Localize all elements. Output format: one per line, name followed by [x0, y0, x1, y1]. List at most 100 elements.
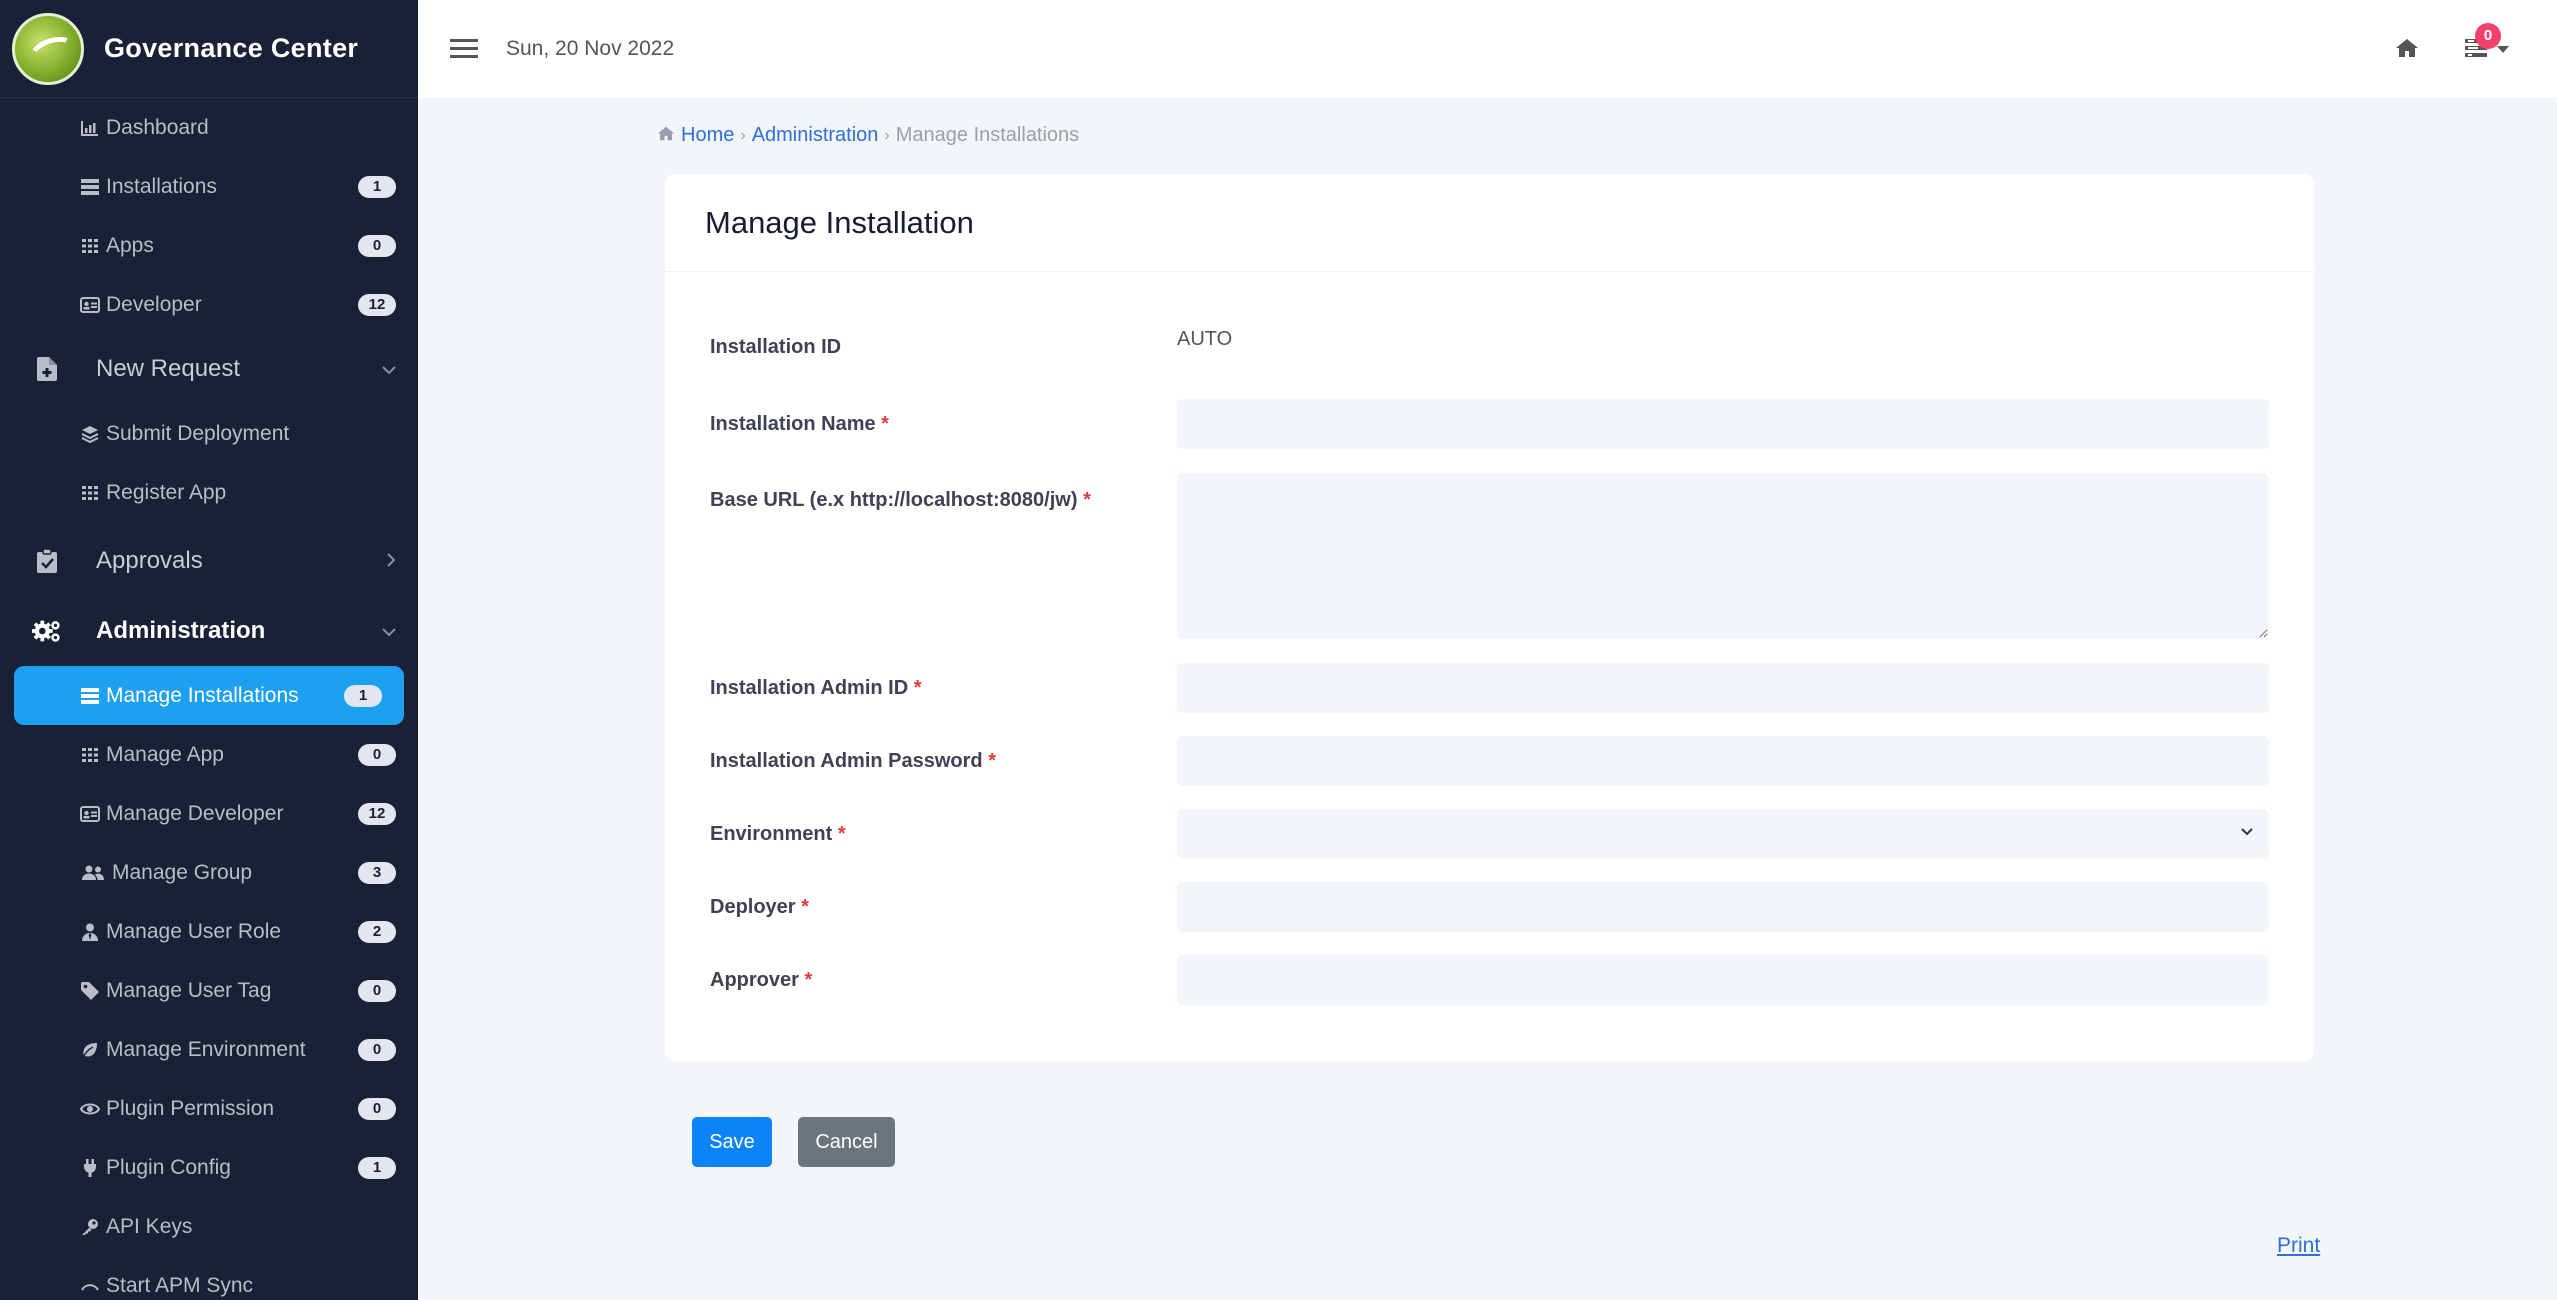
count-badge: 12 [358, 802, 396, 825]
sidebar-nav-administration: Manage Installations 1 Manage App 0 Mana… [0, 666, 418, 1300]
users-icon [80, 864, 106, 882]
admin-password-input[interactable] [1177, 736, 2269, 786]
clipboard-check-icon [32, 546, 62, 576]
manage-installation-card: Manage Installation Installation ID AUTO… [665, 174, 2314, 1061]
chevron-down-icon [382, 359, 396, 380]
chevron-right-icon [386, 551, 396, 572]
sidebar-item-apps[interactable]: Apps 0 [0, 216, 418, 275]
file-medical-icon [32, 354, 62, 384]
sidebar-item-label: Manage User Role [106, 919, 282, 943]
admin-id-label: Installation Admin ID * [710, 676, 922, 699]
sidebar-item-label: Manage Environment [106, 1037, 306, 1061]
deployer-row: Deployer * [710, 882, 2269, 932]
home-icon [657, 125, 675, 146]
sidebar-section-new-request[interactable]: New Request [0, 334, 418, 404]
sidebar-item-developer[interactable]: Developer 12 [0, 275, 418, 334]
chevron-right-icon: › [884, 126, 890, 144]
server-icon [80, 687, 100, 705]
sidebar-item-manage-user-tag[interactable]: Manage User Tag 0 [0, 961, 418, 1020]
page-title: Manage Installation [705, 204, 974, 240]
app-logo [12, 12, 84, 85]
chevron-down-icon [382, 621, 396, 642]
sidebar-item-label: Plugin Permission [106, 1096, 275, 1120]
eye-icon [80, 1100, 100, 1118]
notifications-dropdown[interactable]: 0 [2465, 22, 2509, 62]
app-title: Governance Center [104, 33, 359, 63]
sidebar-section-administration[interactable]: Administration [0, 596, 418, 666]
brand[interactable]: Governance Center [0, 0, 418, 98]
environment-select-wrap [1177, 809, 2269, 859]
breadcrumb-administration-link[interactable]: Administration [752, 124, 879, 147]
deployer-input[interactable] [1177, 882, 2269, 932]
sidebar-item-label: Manage Developer [106, 801, 284, 825]
sidebar-item-manage-group[interactable]: Manage Group 3 [0, 843, 418, 902]
top-bar: Sun, 20 Nov 2022 0 [418, 0, 2557, 98]
count-badge: 2 [358, 920, 396, 943]
environment-select[interactable] [1177, 809, 2269, 859]
environment-row: Environment * [710, 809, 2269, 859]
admin-password-row: Installation Admin Password * [710, 736, 2269, 786]
installation-name-row: Installation Name * [710, 399, 2269, 449]
plug-icon [80, 1158, 100, 1177]
print-link[interactable]: Print [2277, 1234, 2320, 1258]
leaf-icon [80, 1041, 100, 1059]
sidebar-item-manage-environment[interactable]: Manage Environment 0 [0, 1020, 418, 1079]
sidebar-item-label: Developer [106, 292, 202, 316]
server-icon [80, 178, 100, 196]
sidebar-item-plugin-permission[interactable]: Plugin Permission 0 [0, 1079, 418, 1138]
sidebar-item-dashboard[interactable]: Dashboard [0, 98, 418, 157]
sidebar: Governance Center Dashboard Installation… [0, 0, 418, 1300]
installation-id-value: AUTO [1177, 328, 1233, 350]
id-card-icon [80, 296, 100, 314]
sidebar-item-label: Submit Deployment [106, 421, 290, 445]
admin-password-label: Installation Admin Password * [710, 749, 996, 772]
approver-label: Approver * [710, 968, 813, 991]
base-url-label: Base URL (e.x http://localhost:8080/jw) … [710, 489, 1091, 511]
sidebar-item-label: Register App [106, 480, 227, 504]
save-button[interactable]: Save [692, 1117, 772, 1167]
sidebar-section-approvals[interactable]: Approvals [0, 526, 418, 596]
admin-id-row: Installation Admin ID * [710, 663, 2269, 713]
top-bar-actions: 0 [2395, 22, 2509, 62]
approver-input[interactable] [1177, 955, 2269, 1005]
sidebar-item-plugin-config[interactable]: Plugin Config 1 [0, 1138, 418, 1197]
sidebar-item-submit-deployment[interactable]: Submit Deployment [0, 404, 418, 463]
base-url-textarea[interactable] [1177, 473, 2269, 639]
count-badge: 1 [344, 684, 382, 707]
sidebar-item-installations[interactable]: Installations 1 [0, 157, 418, 216]
home-icon[interactable] [2395, 38, 2419, 60]
count-badge: 0 [358, 234, 396, 257]
menu-toggle-icon[interactable] [450, 39, 478, 59]
count-badge: 12 [358, 293, 396, 316]
sidebar-item-manage-user-role[interactable]: Manage User Role 2 [0, 902, 418, 961]
sidebar-item-label: Plugin Config [106, 1155, 231, 1179]
approver-row: Approver * [710, 955, 2269, 1005]
sidebar-item-manage-installations[interactable]: Manage Installations 1 [14, 666, 404, 725]
sidebar-item-manage-app[interactable]: Manage App 0 [0, 725, 418, 784]
layers-icon [80, 425, 100, 443]
sidebar-item-api-keys[interactable]: API Keys [0, 1197, 418, 1256]
count-badge: 0 [358, 1097, 396, 1120]
sidebar-item-label: Dashboard [106, 115, 209, 139]
grid-icon [80, 746, 100, 764]
section-label: New Request [96, 355, 241, 382]
breadcrumb-current: Manage Installations [895, 124, 1080, 146]
sidebar-item-start-apm-sync[interactable]: Start APM Sync [0, 1256, 418, 1300]
count-badge: 0 [358, 743, 396, 766]
count-badge: 0 [358, 979, 396, 1002]
sidebar-item-manage-developer[interactable]: Manage Developer 12 [0, 784, 418, 843]
breadcrumb-home-link[interactable]: Home [681, 124, 734, 147]
user-tie-icon [80, 923, 100, 941]
installation-id-label: Installation ID [710, 336, 842, 358]
sidebar-item-label: Apps [106, 233, 154, 257]
installation-name-input[interactable] [1177, 399, 2269, 449]
admin-id-input[interactable] [1177, 663, 2269, 713]
sidebar-item-label: Start APM Sync [106, 1273, 254, 1297]
sidebar-item-label: Manage Installations [106, 683, 299, 707]
cancel-button[interactable]: Cancel [798, 1117, 895, 1167]
sidebar-item-register-app[interactable]: Register App [0, 463, 418, 522]
sidebar-item-label: Installations [106, 174, 217, 198]
installation-id-row: Installation ID AUTO [710, 328, 2269, 359]
deployer-label: Deployer * [710, 895, 809, 918]
base-url-row: Base URL (e.x http://localhost:8080/jw) … [710, 473, 2269, 639]
